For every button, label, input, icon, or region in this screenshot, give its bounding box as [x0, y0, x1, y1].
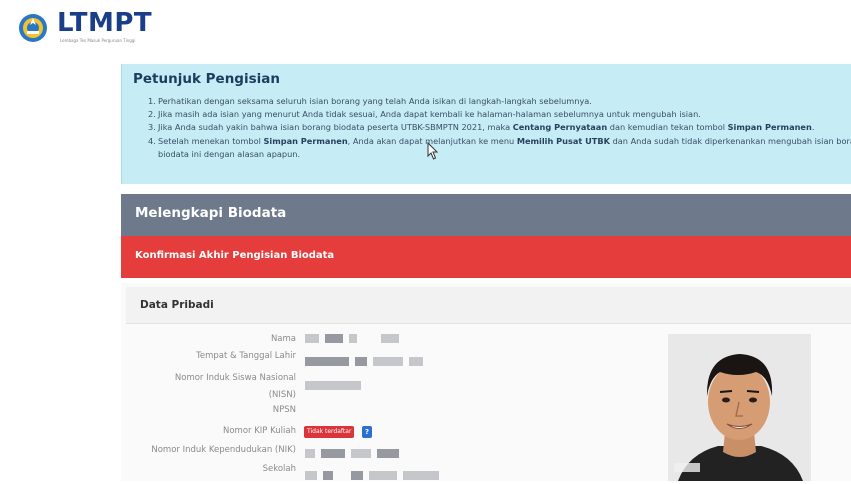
redacted-value — [377, 449, 399, 458]
label-npsn: NPSN — [272, 405, 296, 415]
label-sekolah: Sekolah — [262, 464, 296, 474]
redacted-value — [323, 471, 333, 480]
simpan-permanen-emphasis: Simpan Permanen — [263, 135, 348, 146]
redacted-value — [409, 357, 423, 366]
redacted-value — [349, 334, 357, 343]
instruction-item: 1. Perhatikan dengan seksama seluruh isi… — [148, 96, 592, 106]
profile-photo — [668, 334, 811, 481]
instruction-item: 2. Jika masih ada isian yang menurut And… — [148, 109, 701, 120]
card-header: Data Pribadi — [126, 287, 851, 324]
instruction-item-continuation: biodata ini dengan alasan apapun. — [158, 148, 301, 159]
section-title: Melengkapi Biodata — [135, 205, 287, 221]
value-sekolah — [305, 465, 445, 484]
centang-pernyataan-emphasis: Centang Pernyataan — [512, 122, 608, 133]
tut-wuri-handayani-emblem-icon — [19, 14, 47, 42]
label-tempat-tanggal-lahir: Tempat & Tanggal Lahir — [196, 351, 296, 361]
value-nisn — [305, 375, 367, 394]
redacted-value — [305, 449, 315, 458]
redacted-value — [403, 471, 439, 480]
kip-status-badge: Tidak terdaftar — [304, 426, 355, 438]
mouse-cursor-icon — [427, 142, 439, 160]
label-nik: Nomor Induk Kependudukan (NIK) — [151, 445, 296, 455]
label-kip-kuliah: Nomor KIP Kuliah — [222, 426, 296, 436]
logo-tagline: Lembaga Tes Masuk Perguruan Tinggi — [60, 38, 136, 43]
instruction-item: 3. Jika Anda sudah yakin bahwa isian bor… — [148, 122, 815, 133]
redacted-value — [355, 357, 367, 366]
value-nama — [305, 328, 405, 347]
redacted-value — [325, 334, 343, 343]
label-nisn: Nomor Induk Siswa Nasional (NISN) — [174, 373, 296, 400]
confirm-header: Konfirmasi Akhir Pengisian Biodata — [121, 236, 851, 278]
value-nik — [305, 443, 405, 462]
help-button[interactable]: ? — [362, 426, 372, 438]
header: LTMPT Lembaga Tes Masuk Perguruan Tinggi — [0, 0, 851, 52]
redacted-value — [381, 334, 399, 343]
simpan-permanen-emphasis: Simpan Permanen — [727, 122, 812, 133]
redacted-value — [373, 357, 403, 366]
instructions-panel: Petunjuk Pengisian 1. Perhatikan dengan … — [121, 64, 851, 184]
redacted-value — [321, 449, 345, 458]
instructions-title: Petunjuk Pengisian — [133, 71, 280, 87]
confirm-title: Konfirmasi Akhir Pengisian Biodata — [135, 250, 335, 261]
logo-text[interactable]: LTMPT — [57, 8, 152, 38]
redacted-value — [305, 471, 317, 480]
label-nama: Nama — [270, 334, 296, 344]
value-tempat-tanggal-lahir — [305, 351, 429, 370]
redacted-value — [369, 471, 397, 480]
redacted-value — [351, 449, 371, 458]
redacted-value — [305, 381, 361, 390]
redacted-value — [351, 471, 363, 480]
card-title: Data Pribadi — [140, 299, 214, 311]
memilih-pusat-utbk-emphasis: Memilih Pusat UTBK — [516, 135, 610, 146]
section-header: Melengkapi Biodata — [121, 194, 851, 236]
instruction-item: 4. Setelah menekan tombol Simpan Permane… — [148, 135, 851, 146]
person-photo-icon — [668, 334, 811, 481]
instructions-list: 1. Perhatikan dengan seksama seluruh isi… — [148, 95, 851, 161]
redacted-value — [305, 334, 319, 343]
redacted-value — [305, 357, 349, 366]
